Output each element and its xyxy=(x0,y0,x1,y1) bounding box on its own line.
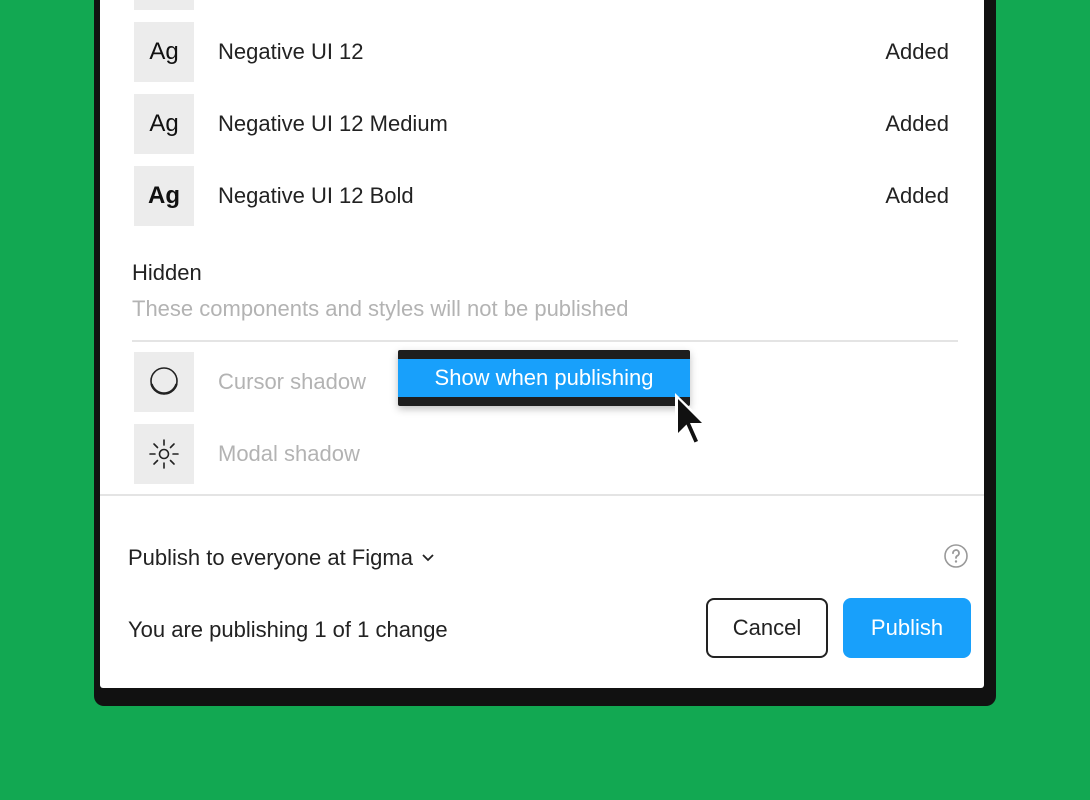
list-item-status: Added xyxy=(885,111,949,136)
publish-target-label: Publish to everyone at Figma xyxy=(128,545,413,570)
footer-divider xyxy=(100,494,984,496)
font-thumbnail: Ag xyxy=(134,166,194,226)
list-item-name: Negative UI 12 xyxy=(218,39,364,64)
cancel-button[interactable]: Cancel xyxy=(706,598,828,658)
divider xyxy=(132,340,958,342)
context-menu: Show when publishing xyxy=(398,350,690,406)
chevron-down-icon xyxy=(422,554,434,562)
hidden-list-item[interactable]: Modal shadow xyxy=(134,424,949,484)
list-item-name: Negative UI 12 Medium xyxy=(218,111,448,136)
publish-modal-content: Ag Ag Negative UI 12 Added Ag Negative U… xyxy=(100,0,984,688)
list-item-status: Added xyxy=(885,183,949,208)
hidden-section-description: These components and styles will not be … xyxy=(132,296,629,321)
publish-modal: Ag Ag Negative UI 12 Added Ag Negative U… xyxy=(94,0,996,706)
list-item[interactable]: Ag Negative UI 12 Added xyxy=(134,22,949,82)
font-thumbnail: Ag xyxy=(134,22,194,82)
sun-icon xyxy=(134,424,194,484)
publish-button[interactable]: Publish xyxy=(843,598,971,658)
hidden-item-name: Modal shadow xyxy=(218,441,360,466)
circle-shadow-icon xyxy=(134,352,194,412)
list-item-status: Added xyxy=(885,39,949,64)
list-item[interactable]: Ag Negative UI 12 Bold Added xyxy=(134,166,949,226)
menu-item-show-when-publishing[interactable]: Show when publishing xyxy=(398,359,690,397)
font-thumbnail: Ag xyxy=(134,0,194,10)
list-item-name: Negative UI 12 Bold xyxy=(218,183,414,208)
mouse-cursor-icon xyxy=(675,393,709,448)
publish-target-dropdown[interactable]: Publish to everyone at Figma xyxy=(128,545,435,571)
list-item-partial[interactable]: Ag xyxy=(134,0,949,10)
list-item[interactable]: Ag Negative UI 12 Medium Added xyxy=(134,94,949,154)
hidden-section-title: Hidden xyxy=(132,260,202,285)
font-thumbnail: Ag xyxy=(134,94,194,154)
help-icon[interactable] xyxy=(944,544,968,568)
publish-summary: You are publishing 1 of 1 change xyxy=(128,617,448,642)
